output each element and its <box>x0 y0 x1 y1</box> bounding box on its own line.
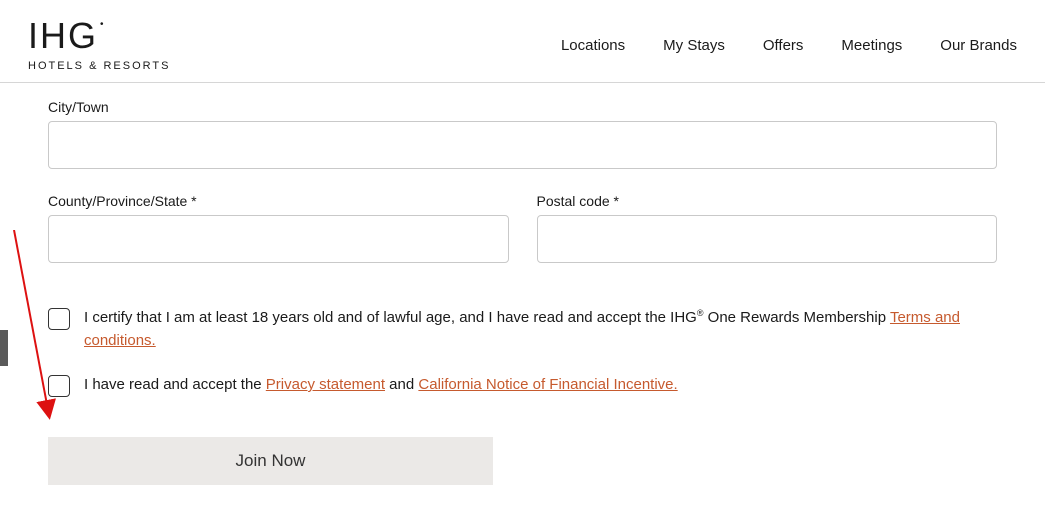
age-consent-post: One Rewards Membership <box>704 309 890 326</box>
nav-offers[interactable]: Offers <box>763 37 804 54</box>
city-input[interactable] <box>48 121 997 169</box>
privacy-mid: and <box>385 376 418 393</box>
logo-text: IHG• <box>28 18 104 54</box>
signup-form: City/Town County/Province/State * Postal… <box>0 83 1045 485</box>
nav-my-stays[interactable]: My Stays <box>663 37 725 54</box>
age-consent-text: I certify that I am at least 18 years ol… <box>84 307 997 352</box>
privacy-consent-text: I have read and accept the Privacy state… <box>84 374 678 397</box>
privacy-pre: I have read and accept the <box>84 376 266 393</box>
nav-our-brands[interactable]: Our Brands <box>940 37 1017 54</box>
age-consent-checkbox[interactable] <box>48 308 70 330</box>
nav-locations[interactable]: Locations <box>561 37 625 54</box>
state-label: County/Province/State * <box>48 193 509 209</box>
registered-mark: ® <box>697 308 704 318</box>
privacy-consent-checkbox[interactable] <box>48 375 70 397</box>
feedback-tab[interactable] <box>0 330 8 366</box>
brand-logo[interactable]: IHG• HOTELS & RESORTS <box>28 18 170 72</box>
postal-label: Postal code * <box>537 193 998 209</box>
age-consent-pre: I certify that I am at least 18 years ol… <box>84 309 697 326</box>
postal-input[interactable] <box>537 215 998 263</box>
privacy-statement-link[interactable]: Privacy statement <box>266 376 385 393</box>
join-now-button[interactable]: Join Now <box>48 437 493 485</box>
site-header: IHG• HOTELS & RESORTS Locations My Stays… <box>0 0 1045 83</box>
state-input[interactable] <box>48 215 509 263</box>
city-label: City/Town <box>48 99 997 115</box>
primary-nav: Locations My Stays Offers Meetings Our B… <box>561 37 1025 54</box>
logo-subtitle: HOTELS & RESORTS <box>28 60 170 72</box>
california-notice-link[interactable]: California Notice of Financial Incentive… <box>418 376 677 393</box>
nav-meetings[interactable]: Meetings <box>841 37 902 54</box>
